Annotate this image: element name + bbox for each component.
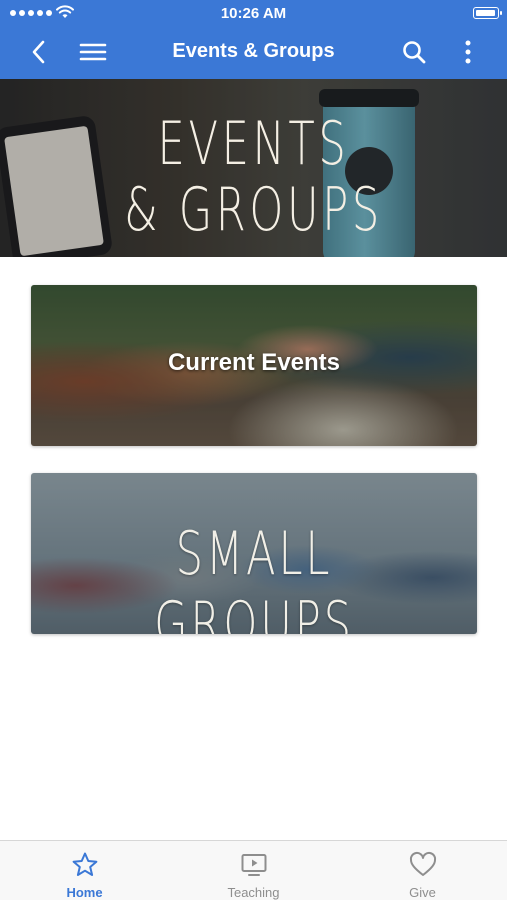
battery-icon <box>473 7 502 19</box>
star-icon <box>72 852 97 876</box>
hero-headline: EVENTS & GROUPS <box>71 111 436 243</box>
hero-line-1: EVENTS <box>157 109 350 179</box>
tab-give-label: Give <box>409 885 436 900</box>
tab-give[interactable]: Give <box>338 841 507 900</box>
small-groups-card[interactable]: SMALL GROUPS <box>31 473 477 634</box>
tab-teaching[interactable]: Teaching <box>169 841 338 900</box>
tv-play-icon <box>241 854 266 876</box>
page-title: Events & Groups <box>172 40 335 62</box>
tab-teaching-label: Teaching <box>227 885 280 900</box>
hero-banner: EVENTS & GROUPS <box>0 79 507 257</box>
more-vertical-icon[interactable] <box>454 38 482 66</box>
hero-line-2: & GROUPS <box>124 175 383 245</box>
top-bar: 10:26 AM Events & Groups <box>0 0 507 79</box>
small-groups-label: SMALL GROUPS <box>154 519 354 634</box>
current-events-card[interactable]: Current Events <box>31 285 477 446</box>
nav-bar: Events & Groups <box>0 26 507 79</box>
tab-home[interactable]: Home <box>0 841 169 900</box>
bottom-tab-bar: Home Teaching Give <box>0 840 507 900</box>
current-events-label: Current Events <box>167 349 341 376</box>
status-time: 10:26 AM <box>220 5 287 22</box>
tab-home-label: Home <box>66 885 103 900</box>
status-bar: 10:26 AM <box>0 0 507 26</box>
search-icon[interactable] <box>400 38 428 66</box>
heart-icon <box>409 851 436 876</box>
